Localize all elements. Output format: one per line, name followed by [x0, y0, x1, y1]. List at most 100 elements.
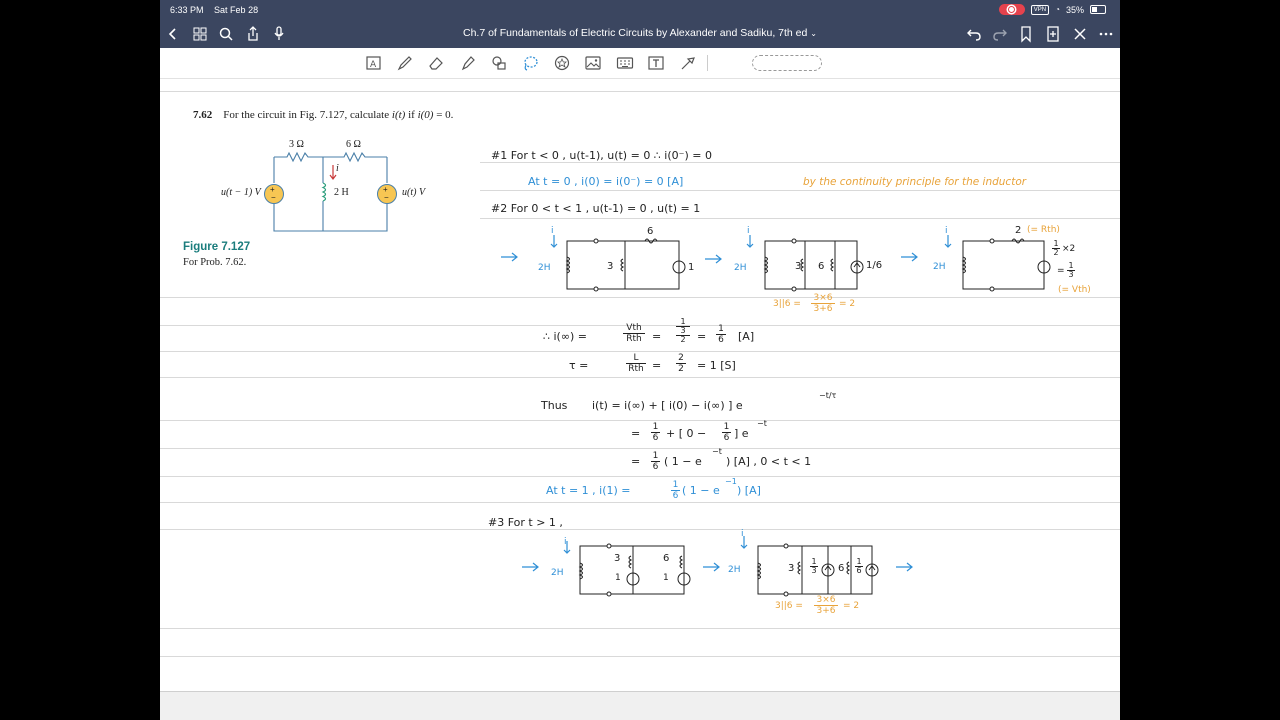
sketch1-top-label: 6	[647, 226, 654, 237]
note-at-t1-end: ) [A]	[737, 484, 761, 497]
note-at-t1: At t = 1 , i(1) =	[546, 484, 631, 497]
image-icon[interactable]	[584, 54, 602, 72]
eq-it2-mid: + [ 0 −	[666, 427, 707, 440]
text-box-icon[interactable]	[647, 54, 665, 72]
more-icon[interactable]	[1097, 25, 1115, 43]
status-date: Sat Feb 28	[214, 5, 259, 15]
highlighter-icon[interactable]	[459, 54, 477, 72]
sketch4-current: i	[564, 537, 567, 547]
note-line-3: #2 For 0 < t < 1 , u(t-1) = 0 , u(t) = 1	[491, 202, 701, 215]
note-at-t1-mid: ( 1 − e	[682, 484, 720, 497]
eq-tau-result: = 1 [S]	[697, 359, 736, 372]
status-time: 6:33 PM	[170, 5, 204, 15]
status-bar: 6:33 PM Sat Feb 28 VPN ◔ 35%	[160, 0, 1120, 20]
sticker-icon[interactable]	[553, 54, 571, 72]
eq-it2-sixth-b: 16	[722, 422, 731, 443]
lasso-icon[interactable]	[521, 54, 539, 72]
sketch-row-2	[522, 536, 913, 597]
eq-it3-exp: −t	[712, 447, 722, 456]
sketch4-r1: 3	[614, 553, 621, 564]
frac-den: Rth	[626, 363, 646, 374]
sketch1-r-label: 3	[607, 261, 614, 272]
sketch3-ind: 2H	[933, 262, 946, 272]
undo-icon[interactable]	[965, 25, 983, 43]
redo-icon[interactable]	[991, 25, 1009, 43]
screen-recording-icon[interactable]	[998, 4, 1025, 15]
sketch-row-1	[501, 235, 1051, 292]
resistor-6-label: 6 Ω	[346, 139, 361, 150]
eq-one-sixth: 16	[716, 324, 726, 345]
close-icon[interactable]	[1071, 25, 1089, 43]
notebook-page[interactable]: 7.62 For the circuit in Fig. 7.127, calc…	[160, 79, 1120, 691]
sketch5-ind: 2H	[728, 565, 741, 575]
frac-den: Rth	[623, 333, 645, 344]
vpn-badge: VPN	[1030, 4, 1050, 15]
resistor-3-label: 3 Ω	[289, 139, 304, 150]
sketch2-ind: 2H	[734, 263, 747, 273]
page-rule	[160, 476, 1120, 477]
current-label: i	[336, 163, 339, 174]
sketch5-parallel-note: 3||6 =	[775, 601, 803, 611]
sketch3-rth-note: (= Rth)	[1027, 225, 1060, 235]
frac-num: 1	[652, 422, 659, 432]
sketch4-r2: 6	[663, 553, 670, 564]
frac-den: 3+6	[811, 303, 835, 314]
page-bottom-edge	[160, 691, 1120, 720]
eq-vth-rth: Vth Rth	[623, 323, 645, 344]
sketch5-parallel-res: = 2	[843, 601, 860, 611]
eq-it2-eq: =	[631, 427, 641, 440]
lasso-text-icon[interactable]: A	[365, 54, 383, 72]
battery-icon	[1090, 5, 1106, 14]
left-source-minus: −	[271, 193, 276, 202]
note-line-4: #3 For t > 1 ,	[488, 516, 563, 529]
add-page-icon[interactable]	[1044, 25, 1062, 43]
right-source-minus: −	[384, 193, 389, 202]
frac-den: 3	[810, 566, 818, 575]
eq-it2-sixth: 16	[651, 422, 660, 443]
sketch5-third: 13	[810, 558, 818, 575]
sketch3-top: 2	[1015, 225, 1022, 236]
status-left: 6:33 PM Sat Feb 28	[170, 5, 266, 15]
page-rule	[480, 162, 1120, 163]
sketch5-current: i	[741, 529, 744, 539]
annotation-toolbar: A	[160, 48, 1120, 79]
sketch3-half: 12	[1052, 240, 1060, 257]
sketch2-r1: 3	[795, 261, 802, 272]
bookmark-icon[interactable]	[1017, 25, 1035, 43]
sketch2-parallel-note: 3||6 =	[773, 299, 801, 309]
right-source-label: u(t) V	[402, 187, 426, 198]
shapes-icon[interactable]	[490, 54, 508, 72]
eq-iinf-unit: [A]	[738, 330, 755, 343]
eq-it-general: i(t) = i(∞) + [ i(0) − i(∞) ] e	[592, 399, 743, 412]
frac-den: 3+6	[814, 605, 838, 616]
eraser-icon[interactable]	[427, 54, 445, 72]
ipad-screen: 6:33 PM Sat Feb 28 VPN ◔ 35% Ch.7 of Fun…	[160, 0, 1120, 720]
frac-num: 1	[1053, 239, 1059, 248]
frac-den: 6	[651, 432, 660, 443]
chevron-down-icon[interactable]: ⌄	[810, 29, 817, 38]
eq-it3-end: ) [A] , 0 < t < 1	[726, 455, 812, 468]
sketch3-third: 13	[1067, 262, 1075, 279]
sketch4-ind: 2H	[551, 568, 564, 578]
laser-pointer-icon[interactable]	[679, 54, 697, 72]
sketch2-parallel-frac: 3×6 3+6	[811, 293, 835, 314]
sketch1-src-label: 1	[688, 262, 695, 273]
pen-icon[interactable]	[396, 54, 414, 72]
frac-num: 1	[718, 324, 724, 334]
frac-den: 6	[722, 432, 731, 443]
sketch2-r2: 6	[818, 261, 825, 272]
page-rule	[160, 420, 1120, 421]
keyboard-icon[interactable]	[616, 54, 634, 72]
frac-den: 2	[1052, 248, 1060, 257]
toolbar-divider	[707, 55, 708, 71]
note-at-t1-sixth: 16	[671, 480, 680, 501]
inductor-label: 2 H	[334, 187, 349, 198]
eq-it2-exp: −t	[757, 419, 767, 428]
page-rule	[160, 502, 1120, 503]
sketch5-r1: 3	[788, 563, 795, 574]
pen-preset-slot[interactable]	[752, 55, 822, 71]
eq-iinf-label: ∴ i(∞) =	[543, 330, 588, 343]
eq-thus: Thus	[541, 399, 568, 412]
page-rule	[160, 351, 1120, 352]
sketch2-parallel-res: = 2	[839, 299, 856, 309]
